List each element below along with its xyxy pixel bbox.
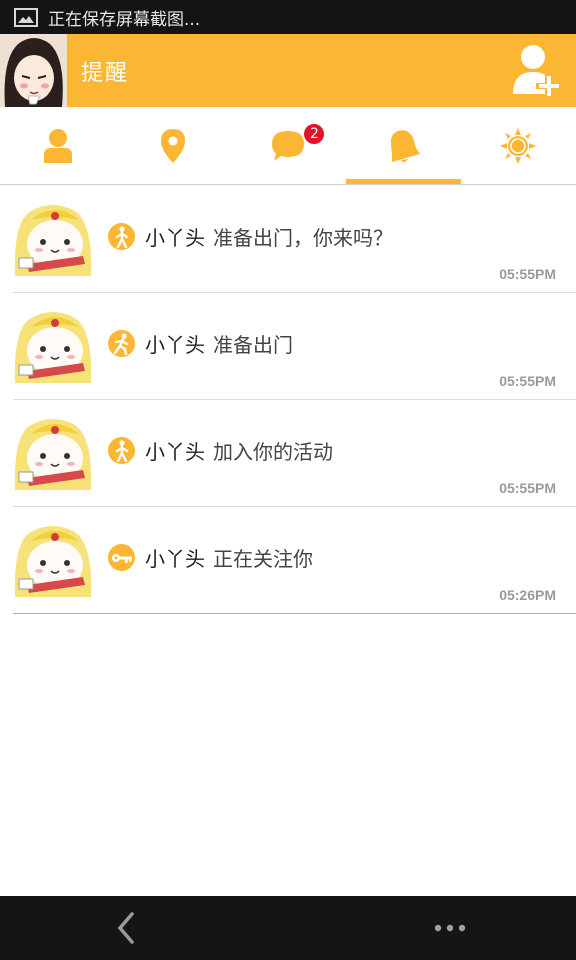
location-pin-icon (160, 128, 185, 163)
person-icon (43, 128, 72, 163)
running-person-icon (108, 330, 135, 357)
navigation-bar (0, 896, 576, 960)
walking-person-icon (108, 223, 135, 250)
more-dots-icon (434, 924, 466, 932)
timestamp: 05:55PM (499, 373, 556, 389)
add-friend-button[interactable] (512, 42, 562, 98)
list-item[interactable]: 小丫头 准备出门，你来吗？ 05:55PM (13, 186, 576, 293)
app-bar: 提醒 (0, 34, 576, 107)
timestamp: 05:26PM (499, 587, 556, 603)
key-icon (108, 544, 135, 571)
tab-settings[interactable] (461, 107, 576, 184)
user-name[interactable]: 小丫头 (145, 226, 205, 250)
user-avatar[interactable] (13, 305, 95, 385)
back-button[interactable] (112, 910, 142, 946)
user-avatar[interactable] (13, 519, 95, 599)
tab-messages[interactable]: 2 (230, 107, 345, 184)
notification-list: 小丫头 准备出门，你来吗？ 05:55PM 小丫头 准备出门 05:55PM 小… (0, 186, 576, 614)
status-text: 正在保存屏幕截图... (48, 9, 201, 30)
status-bar: 正在保存屏幕截图... (0, 0, 576, 34)
walking-person-icon (108, 437, 135, 464)
bell-icon (391, 129, 421, 162)
add-person-icon (513, 45, 560, 98)
tab-location[interactable] (115, 107, 230, 184)
timestamp: 05:55PM (499, 480, 556, 496)
sun-icon (500, 127, 537, 164)
user-name[interactable]: 小丫头 (145, 547, 205, 571)
tab-bar: 2 (0, 107, 576, 185)
notification-message: 正在关注你 (213, 547, 313, 571)
chat-bubble-icon (272, 130, 304, 161)
more-options-button[interactable] (433, 918, 469, 938)
user-name[interactable]: 小丫头 (145, 333, 205, 357)
user-name[interactable]: 小丫头 (145, 440, 205, 464)
image-icon (14, 7, 38, 27)
tab-notifications[interactable] (345, 107, 462, 184)
page-title: 提醒 (81, 60, 130, 86)
notification-message: 加入你的活动 (213, 440, 333, 464)
list-item[interactable]: 小丫头 正在关注你 05:26PM (13, 507, 576, 614)
notification-message: 准备出门 (213, 333, 293, 357)
user-avatar[interactable] (13, 198, 95, 278)
unread-badge: 2 (302, 122, 327, 146)
user-avatar[interactable] (13, 412, 95, 492)
timestamp: 05:55PM (499, 266, 556, 282)
list-item[interactable]: 小丫头 加入你的活动 05:55PM (13, 400, 576, 507)
tab-profile[interactable] (0, 107, 115, 184)
notification-message: 准备出门，你来吗？ (213, 226, 393, 250)
list-item[interactable]: 小丫头 准备出门 05:55PM (13, 293, 576, 400)
avatar[interactable] (0, 34, 67, 107)
back-arrow-icon (117, 912, 134, 944)
